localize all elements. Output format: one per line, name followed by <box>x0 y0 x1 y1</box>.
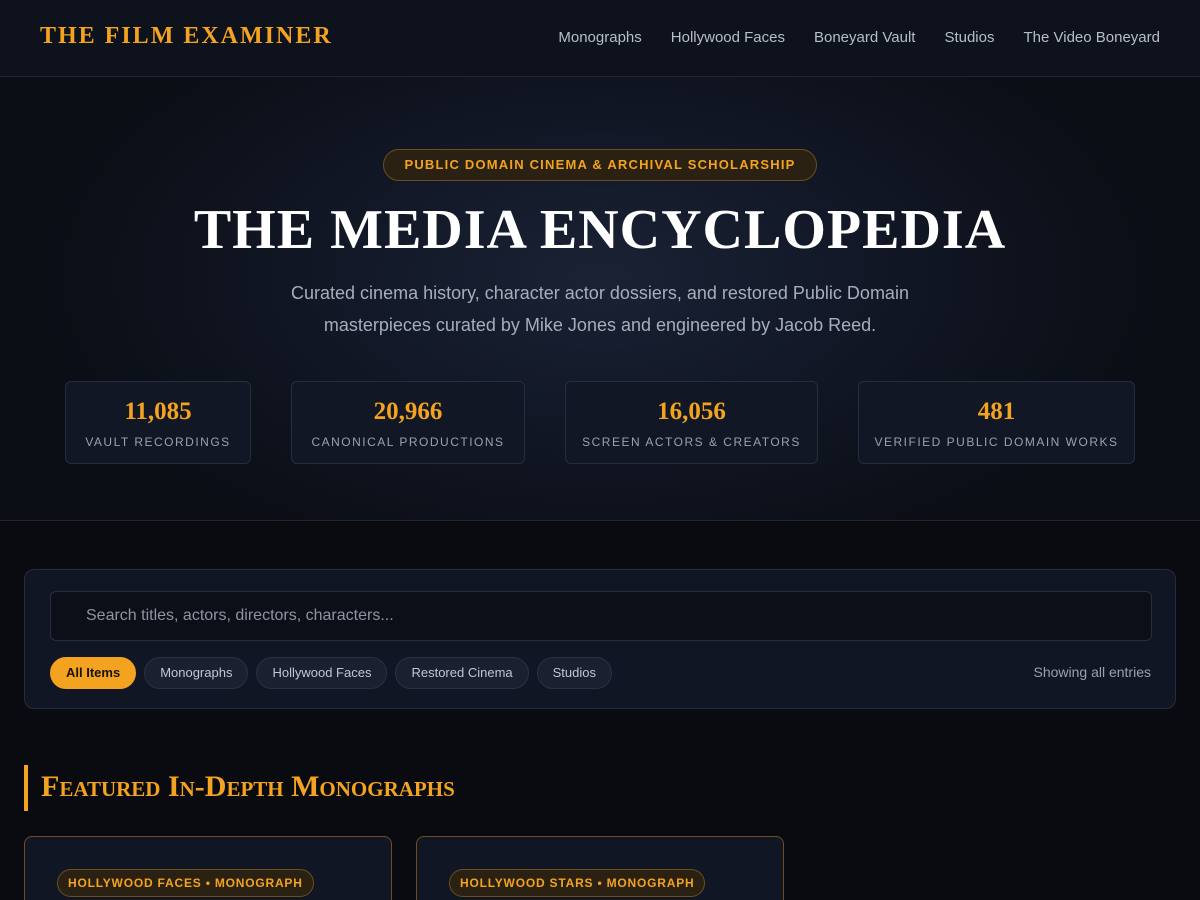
filter-chip-monographs[interactable]: Monographs <box>144 657 249 689</box>
nav-link-hollywood-faces[interactable]: Hollywood Faces <box>671 28 785 48</box>
stat-label: SCREEN ACTORS & CREATORS <box>582 435 801 449</box>
stat-label: CANONICAL PRODUCTIONS <box>311 435 505 449</box>
stat-label: VERIFIED PUBLIC DOMAIN WORKS <box>874 435 1119 449</box>
section-title-featured-monographs: Featured In-Depth Monographs <box>24 765 455 811</box>
filter-chip-studios[interactable]: Studios <box>536 657 612 689</box>
search-filter-panel: All Items Monographs Hollywood Faces Res… <box>24 569 1176 709</box>
monograph-card[interactable]: HOLLYWOOD FACES • MONOGRAPH <box>24 836 392 900</box>
filter-chip-group: All Items Monographs Hollywood Faces Res… <box>50 657 612 689</box>
stat-value: 20,966 <box>373 398 443 425</box>
stat-value: 11,085 <box>124 398 192 425</box>
hero-subtitle: Curated cinema history, character actor … <box>291 283 909 335</box>
filter-chip-all-items[interactable]: All Items <box>50 657 137 689</box>
monograph-card[interactable]: HOLLYWOOD STARS • MONOGRAPH <box>416 836 784 900</box>
hero-eyebrow-badge: PUBLIC DOMAIN CINEMA & ARCHIVAL SCHOLARS… <box>383 149 817 181</box>
stat-value: 481 <box>977 398 1016 425</box>
card-category-tag: HOLLYWOOD STARS • MONOGRAPH <box>449 869 706 897</box>
hero-title: THE MEDIA ENCYCLOPEDIA <box>193 199 1007 261</box>
stat-label: VAULT RECORDINGS <box>85 435 231 449</box>
nav-link-studios[interactable]: Studios <box>944 28 994 48</box>
hero-section: PUBLIC DOMAIN CINEMA & ARCHIVAL SCHOLARS… <box>0 77 1200 521</box>
card-category-tag: HOLLYWOOD FACES • MONOGRAPH <box>57 869 314 897</box>
stat-card-vault-recordings: 11,085 VAULT RECORDINGS <box>65 381 251 464</box>
results-status: Showing all entries <box>1033 664 1151 680</box>
nav-link-video-boneyard[interactable]: The Video Boneyard <box>1024 28 1161 48</box>
main-nav: Monographs Hollywood Faces Boneyard Vaul… <box>558 28 1160 48</box>
stat-card-canonical-productions: 20,966 CANONICAL PRODUCTIONS <box>291 381 525 464</box>
site-logo[interactable]: THE FILM EXAMINER <box>40 22 333 50</box>
stat-card-screen-actors: 16,056 SCREEN ACTORS & CREATORS <box>565 381 818 464</box>
nav-link-monographs[interactable]: Monographs <box>558 28 641 48</box>
stat-value: 16,056 <box>657 398 726 425</box>
top-navigation-bar: THE FILM EXAMINER Monographs Hollywood F… <box>0 0 1200 77</box>
nav-link-boneyard-vault[interactable]: Boneyard Vault <box>814 28 915 48</box>
filter-chip-hollywood-faces[interactable]: Hollywood Faces <box>256 657 388 689</box>
search-input[interactable] <box>50 591 1152 641</box>
stat-card-public-domain-works: 481 VERIFIED PUBLIC DOMAIN WORKS <box>858 381 1135 464</box>
filter-chip-restored-cinema[interactable]: Restored Cinema <box>395 657 529 689</box>
